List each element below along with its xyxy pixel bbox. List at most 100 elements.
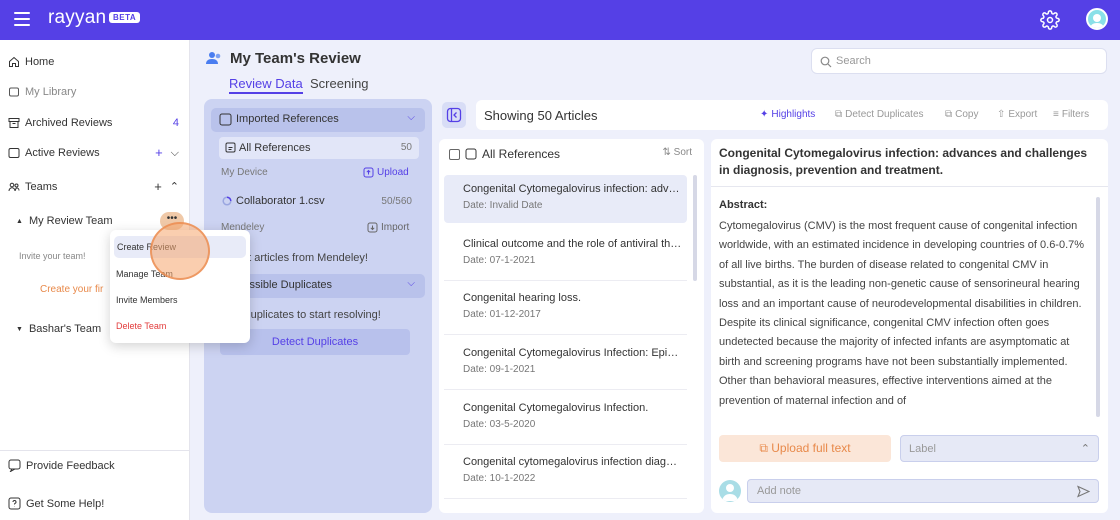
menu-icon[interactable] (14, 12, 30, 26)
sidebar-item-label: Teams (25, 181, 58, 193)
list-item[interactable]: Congenital cytomegalovirus infection dia… (444, 448, 687, 496)
add-team-icon[interactable]: + (154, 179, 162, 196)
sidebar-item-label: Home (25, 56, 55, 68)
article-detail-title: Congenital Cytomegalovirus infection: ad… (719, 146, 1088, 177)
team-context-menu: Create Review Manage Team Invite Members… (110, 230, 250, 343)
team-icon (206, 52, 221, 64)
invite-text: Invite your team! (19, 251, 86, 261)
sidebar-item-active[interactable]: Active Reviews (8, 147, 100, 159)
add-review-icon[interactable]: + (155, 145, 163, 162)
chevron-up-icon[interactable]: ⌃ (170, 179, 179, 196)
team-item-my-review-team[interactable]: ▲ My Review Team (16, 215, 112, 227)
sidebar-item-teams[interactable]: Teams (8, 181, 57, 193)
all-references-count: 50 (400, 142, 412, 153)
sidebar-item-label: Archived Reviews (25, 117, 113, 129)
team-item-bashars-team[interactable]: ▼ Bashar's Team (16, 323, 101, 335)
article-detail-panel: Congenital Cytomegalovirus infection: ad… (711, 139, 1108, 513)
chevron-down-icon[interactable]: ⌵ (171, 145, 179, 162)
search-icon (820, 56, 832, 68)
sort-button[interactable]: ⇅ Sort (662, 147, 692, 158)
imported-references-header[interactable]: Imported References ⌵ (211, 108, 425, 132)
article-title: Clinical outcome and the role of antivir… (463, 238, 683, 250)
filters-label: Filters (1061, 109, 1090, 120)
upload-icon (363, 167, 374, 178)
send-icon[interactable] (1077, 485, 1090, 498)
app-logo[interactable]: rayyan (48, 7, 106, 29)
loading-icon (222, 196, 232, 206)
sidebar-item-library[interactable]: My Library (8, 86, 76, 98)
beta-badge: BETA (109, 12, 141, 23)
attachment-icon: ⧉ (759, 441, 768, 455)
article-date: Date: Invalid Date (463, 200, 543, 211)
import-label: Import (381, 222, 410, 233)
article-title: Congenital Cytomegalovirus Infection. (463, 402, 649, 414)
divider (444, 444, 687, 445)
possible-duplicates-label: Possible Duplicates (236, 279, 332, 291)
sidebar-item-label: Active Reviews (25, 147, 100, 159)
help-link[interactable]: Get Some Help! (8, 497, 104, 510)
highlights-button[interactable]: ✦ Highlights (760, 109, 815, 120)
gear-icon[interactable] (1040, 10, 1060, 30)
menu-item-create-review[interactable]: Create Review (114, 236, 246, 258)
tab-screening[interactable]: Screening (310, 76, 369, 91)
export-button[interactable]: ⇧ Export (997, 109, 1037, 120)
menu-item-manage-team[interactable]: Manage Team (116, 269, 173, 279)
upload-full-text-label: Upload full text (771, 441, 851, 455)
caret-icon: ▲ (16, 217, 23, 225)
upload-button[interactable]: Upload (363, 167, 409, 178)
menu-item-delete-team[interactable]: Delete Team (116, 321, 166, 331)
article-title: Congenital hearing loss. (463, 292, 582, 304)
user-avatar[interactable] (1086, 8, 1108, 30)
detect-duplicates-toolbar-button[interactable]: ⧉ Detect Duplicates (835, 109, 924, 120)
folder-icon (465, 148, 477, 160)
sidebar-item-archived[interactable]: Archived Reviews (8, 117, 112, 129)
chevron-up-icon: ⌃ (1080, 443, 1090, 455)
feedback-icon (8, 459, 21, 472)
page-title: My Team's Review (230, 50, 361, 67)
sidebar-item-home[interactable]: Home (8, 56, 54, 68)
search-input[interactable]: Search (811, 48, 1107, 74)
upload-full-text-button[interactable]: ⧉ Upload full text (719, 435, 891, 462)
add-note-input[interactable]: Add note (747, 479, 1099, 503)
sort-label: Sort (673, 147, 692, 158)
note-placeholder: Add note (757, 485, 802, 497)
top-bar: rayyan BETA (0, 0, 1120, 40)
label-placeholder: Label (909, 443, 936, 455)
filter-icon: ≡ (1053, 109, 1059, 120)
list-scrollbar[interactable] (693, 175, 697, 281)
detail-scrollbar[interactable] (1096, 197, 1100, 417)
caret-icon: ▼ (16, 325, 23, 333)
list-item[interactable]: Clinical outcome and the role of antivir… (444, 230, 687, 278)
highlight-icon: ✦ (760, 109, 769, 120)
divider (0, 450, 189, 451)
menu-item-invite-members[interactable]: Invite Members (116, 295, 178, 305)
articles-toolbar: Showing 50 Articles ✦ Highlights ⧉ Detec… (476, 100, 1108, 130)
folder-icon (219, 113, 232, 126)
list-item[interactable]: Congenital hearing loss. Date: 01-12-201… (444, 284, 687, 332)
list-item[interactable]: Congenital Cytomegalovirus Infection. Da… (444, 394, 687, 442)
articles-count: Showing 50 Articles (484, 108, 598, 123)
folder-icon (8, 148, 20, 158)
list-item[interactable]: Congenital Cytomegalovirus infection: ad… (444, 175, 687, 223)
all-references-item[interactable]: All References 50 (219, 137, 419, 159)
file-count: 50/560 (381, 196, 412, 207)
copy-icon: ⧉ (945, 109, 953, 120)
label-select[interactable]: Label ⌃ (900, 435, 1099, 462)
export-label: Export (1008, 109, 1038, 120)
import-button[interactable]: Import (367, 222, 409, 233)
copy-label: Copy (955, 109, 979, 120)
list-item[interactable]: Congenital Cytomegalovirus Infection: Ep… (444, 339, 687, 387)
copy-button[interactable]: ⧉ Copy (945, 109, 979, 120)
file-item[interactable]: Collaborator 1.csv (222, 195, 325, 207)
team-options-button[interactable]: ••• (160, 212, 184, 230)
feedback-link[interactable]: Provide Feedback (8, 459, 115, 472)
filters-button[interactable]: ≡ Filters (1053, 109, 1089, 120)
sidebar-item-label: My Library (25, 86, 77, 98)
tab-review-data[interactable]: Review Data (229, 76, 303, 94)
create-first-review-link[interactable]: Create your fir (40, 284, 103, 295)
help-icon (8, 497, 21, 510)
collapse-panel-button[interactable] (442, 102, 466, 128)
select-all-checkbox[interactable] (449, 148, 460, 160)
home-icon (9, 56, 19, 67)
article-date: Date: 10-1-2022 (463, 473, 536, 484)
